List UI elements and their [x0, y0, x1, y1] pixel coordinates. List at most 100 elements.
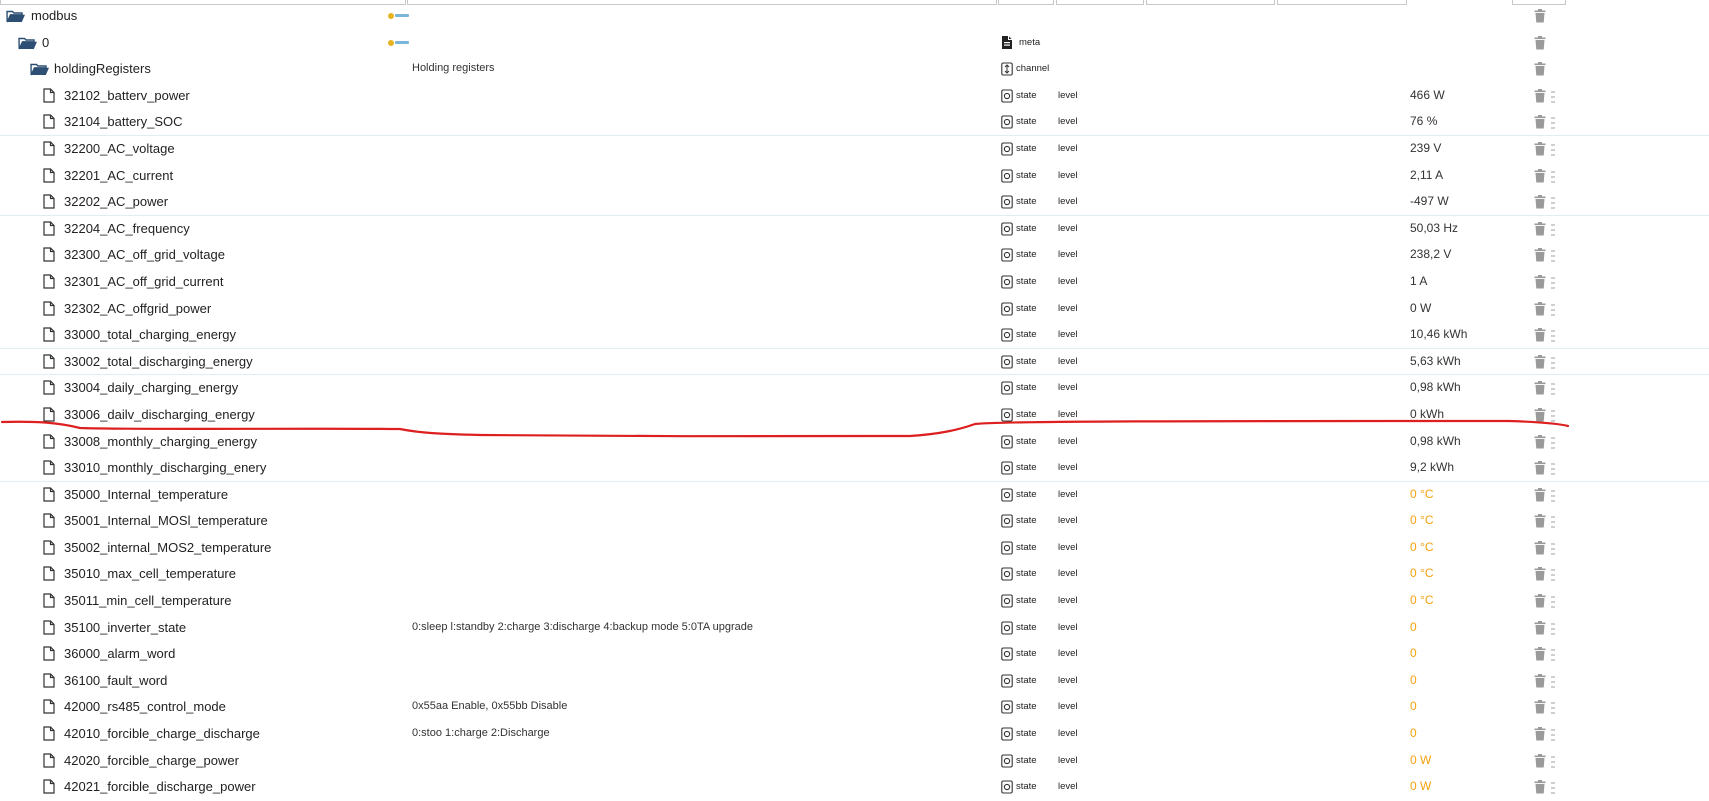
- state-value[interactable]: 50,03 Hz: [1410, 216, 1458, 242]
- state-name[interactable]: 35000_Internal_temperature: [64, 482, 228, 508]
- state-row[interactable]: 32302_AC_offgrid_power state level 0 W: [0, 296, 1709, 323]
- grip-icon[interactable]: [1551, 622, 1555, 640]
- state-name[interactable]: 33008_monthly_charging_energy: [64, 429, 257, 455]
- state-value[interactable]: 2,11 A: [1410, 163, 1443, 189]
- state-name[interactable]: 36000_alarm_word: [64, 641, 175, 667]
- trash-icon[interactable]: [1534, 780, 1546, 799]
- trash-icon[interactable]: [1534, 700, 1546, 719]
- state-row[interactable]: 32301_AC_off_grid_current state level 1 A: [0, 269, 1709, 296]
- state-name[interactable]: 42010_forcible_charge_discharge: [64, 721, 260, 747]
- tree-row-instance[interactable]: 0 meta: [0, 30, 1709, 57]
- folder-open-icon[interactable]: [30, 62, 50, 81]
- state-row[interactable]: 35010_max_cell_temperature state level 0 °C: [0, 561, 1709, 588]
- trash-icon[interactable]: [1534, 195, 1546, 214]
- grip-icon[interactable]: [1551, 595, 1555, 613]
- state-row[interactable]: 35000_Internal_temperature state level 0 °C: [0, 482, 1709, 509]
- state-name[interactable]: 35010_max_cell_temperature: [64, 561, 236, 587]
- state-name[interactable]: 32301_AC_off_grid_current: [64, 269, 224, 295]
- grip-icon[interactable]: [1551, 303, 1555, 321]
- state-name[interactable]: 32202_AC_power: [64, 189, 168, 215]
- trash-icon[interactable]: [1534, 727, 1546, 746]
- trash-icon[interactable]: [1534, 487, 1546, 507]
- state-value[interactable]: 1 A: [1410, 269, 1427, 295]
- trash-icon[interactable]: [1534, 354, 1546, 374]
- state-name[interactable]: 32102_batterv_power: [64, 83, 190, 109]
- state-value[interactable]: 238,2 V: [1410, 242, 1451, 268]
- grip-icon[interactable]: [1551, 116, 1555, 134]
- object-name[interactable]: holdingRegisters: [54, 56, 151, 82]
- state-row[interactable]: 42020_forcible_charge_power state level 0 W: [0, 748, 1709, 775]
- state-value[interactable]: 0 °C: [1410, 482, 1434, 508]
- grip-icon[interactable]: [1551, 223, 1555, 241]
- grip-icon[interactable]: [1551, 675, 1555, 693]
- state-name[interactable]: 35011_min_cell_temperature: [64, 588, 231, 614]
- state-name[interactable]: 35001_Internal_MOSl_temperature: [64, 508, 268, 534]
- state-row[interactable]: 33004_daily_charging_energy state level 0,9…: [0, 375, 1709, 402]
- state-value[interactable]: 5,63 kWh: [1410, 349, 1461, 375]
- state-value[interactable]: 0 W: [1410, 296, 1431, 322]
- state-row[interactable]: 32104_battery_SOC state level 76 %: [0, 109, 1709, 136]
- state-name[interactable]: 42020_forcible_charge_power: [64, 748, 239, 774]
- state-row[interactable]: 33006_dailv_discharging_energy state level…: [0, 402, 1709, 429]
- state-value[interactable]: 0 °C: [1410, 588, 1434, 614]
- state-row[interactable]: 32202_AC_power state level -497 W: [0, 189, 1709, 216]
- trash-icon[interactable]: [1534, 567, 1546, 586]
- state-value[interactable]: 0: [1410, 694, 1417, 720]
- state-row[interactable]: 32102_batterv_power state level 466 W: [0, 83, 1709, 110]
- state-value[interactable]: 0 kWh: [1410, 402, 1444, 428]
- grip-icon[interactable]: [1551, 728, 1555, 746]
- state-name[interactable]: 42021_forcible_discharge_power: [64, 774, 256, 800]
- grip-icon[interactable]: [1551, 542, 1555, 560]
- grip-icon[interactable]: [1551, 329, 1555, 347]
- grip-icon[interactable]: [1551, 143, 1555, 161]
- trash-icon[interactable]: [1534, 753, 1546, 773]
- grip-icon[interactable]: [1551, 409, 1555, 427]
- trash-icon[interactable]: [1534, 328, 1546, 347]
- state-value[interactable]: 0 W: [1410, 748, 1431, 774]
- state-row[interactable]: 33008_monthly_charging_energy state level 0…: [0, 429, 1709, 456]
- state-value[interactable]: 0: [1410, 668, 1417, 694]
- state-value[interactable]: 0: [1410, 721, 1417, 747]
- state-name[interactable]: 32300_AC_off_grid_voltage: [64, 242, 225, 268]
- trash-icon[interactable]: [1534, 301, 1546, 321]
- folder-open-icon[interactable]: [6, 9, 26, 28]
- state-name[interactable]: 32302_AC_offgrid_power: [64, 296, 211, 322]
- state-name[interactable]: 36100_fault_word: [64, 668, 167, 694]
- trash-icon[interactable]: [1534, 35, 1546, 55]
- state-value[interactable]: 466 W: [1410, 83, 1445, 109]
- grip-icon[interactable]: [1551, 90, 1555, 108]
- trash-icon[interactable]: [1534, 434, 1546, 454]
- state-name[interactable]: 35002_internal_MOS2_temperature: [64, 535, 271, 561]
- state-value[interactable]: -497 W: [1410, 189, 1449, 215]
- trash-icon[interactable]: [1534, 62, 1546, 81]
- grip-icon[interactable]: [1551, 648, 1555, 666]
- state-value[interactable]: 9,2 kWh: [1410, 455, 1454, 481]
- trash-icon[interactable]: [1534, 274, 1546, 294]
- trash-icon[interactable]: [1534, 620, 1546, 640]
- trash-icon[interactable]: [1534, 248, 1546, 267]
- state-value[interactable]: 0,98 kWh: [1410, 375, 1461, 401]
- state-name[interactable]: 35100_inverter_state: [64, 615, 186, 641]
- grip-icon[interactable]: [1551, 170, 1555, 188]
- grip-icon[interactable]: [1551, 701, 1555, 719]
- state-row[interactable]: 33000_total_charging_energy state level 10,…: [0, 322, 1709, 349]
- state-value[interactable]: 0: [1410, 641, 1417, 667]
- state-value[interactable]: 0 °C: [1410, 561, 1434, 587]
- tree-row-root[interactable]: modbus: [0, 3, 1709, 30]
- state-value[interactable]: 0 °C: [1410, 508, 1434, 534]
- state-value[interactable]: 0: [1410, 615, 1417, 641]
- grip-icon[interactable]: [1551, 276, 1555, 294]
- state-name[interactable]: 42000_rs485_control_mode: [64, 694, 226, 720]
- grip-icon[interactable]: [1551, 781, 1555, 799]
- grip-icon[interactable]: [1551, 489, 1555, 507]
- grip-icon[interactable]: [1551, 755, 1555, 773]
- trash-icon[interactable]: [1534, 594, 1546, 613]
- state-name[interactable]: 33010_monthly_discharging_enery: [64, 455, 266, 481]
- folder-open-icon[interactable]: [18, 36, 38, 55]
- state-row[interactable]: 42010_forcible_charge_discharge 0:stoo 1:…: [0, 721, 1709, 748]
- trash-icon[interactable]: [1534, 407, 1546, 427]
- state-value[interactable]: 239 V: [1410, 136, 1441, 162]
- trash-icon[interactable]: [1534, 540, 1546, 560]
- grip-icon[interactable]: [1551, 382, 1555, 400]
- state-row[interactable]: 33002_total_discharging_energy state level…: [0, 349, 1709, 376]
